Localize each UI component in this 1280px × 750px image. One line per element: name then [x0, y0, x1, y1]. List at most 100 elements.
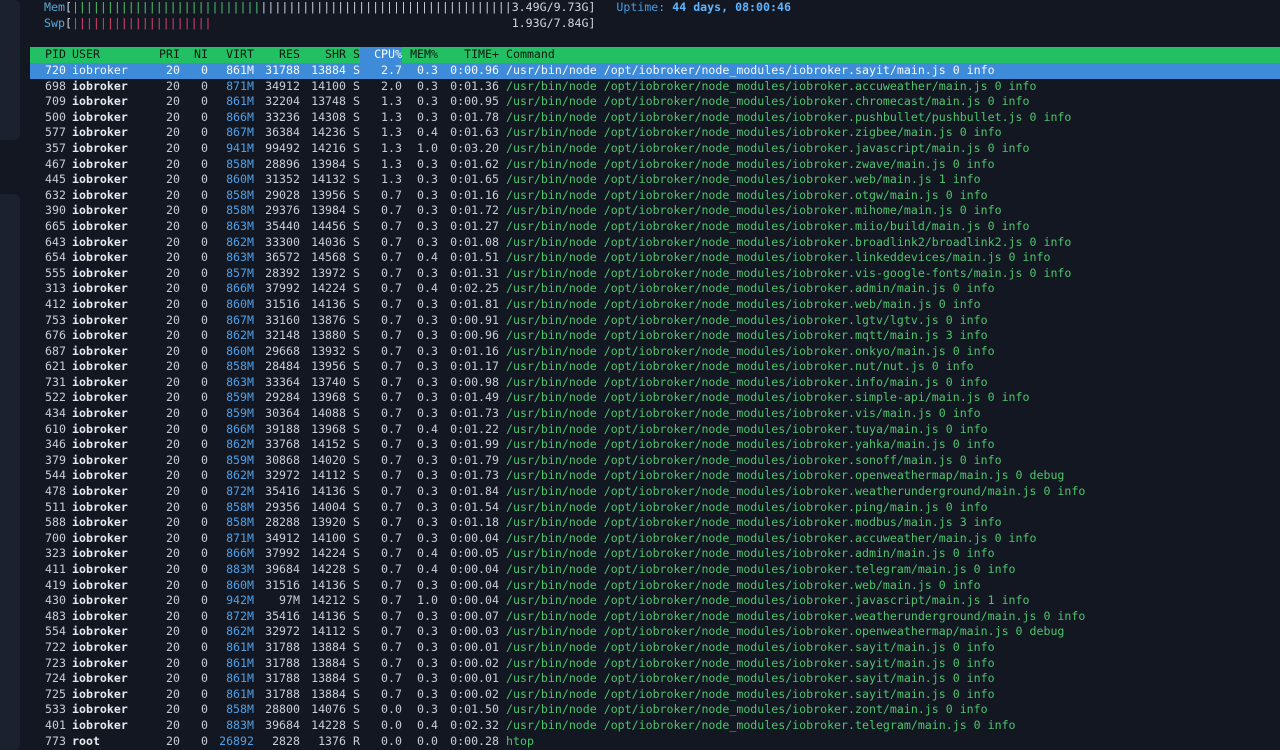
process-state-cell: S	[353, 203, 360, 218]
process-row[interactable]: 533 iobroker 20 0 858M 28800 14076 S 0.0 0.3 0:01.…	[30, 702, 1280, 718]
process-row[interactable]: 430 iobroker 20 0 942M 97M 14212 S 0.7 1.0 0:00.04…	[30, 593, 1280, 609]
process-time-cell: 0:00.04	[450, 577, 499, 592]
process-mem-cell: 0.3	[417, 172, 438, 187]
process-cmd-cell: /usr/bin/node /opt/iobroker/node_modules…	[506, 406, 981, 421]
process-row[interactable]: 725 iobroker 20 0 861M 31788 13884 S 0.7 0.3 0:00.…	[30, 687, 1280, 703]
process-row[interactable]: 643 iobroker 20 0 862M 33300 14036 S 0.7 0.3 0:01.…	[30, 235, 1280, 251]
process-time-cell: 0:01.50	[450, 702, 499, 717]
process-pri-cell: 20	[166, 499, 180, 514]
column-header-shr[interactable]: SHR	[300, 47, 346, 63]
process-row[interactable]: 676 iobroker 20 0 862M 32148 13880 S 0.7 0.3 0:00.…	[30, 328, 1280, 344]
process-time-cell: 0:00.96	[450, 328, 499, 343]
process-virt-cell: 941M	[226, 140, 254, 155]
process-row[interactable]: 632 iobroker 20 0 858M 29028 13956 S 0.7 0.3 0:01.…	[30, 188, 1280, 204]
process-row[interactable]: 511 iobroker 20 0 858M 29356 14004 S 0.7 0.3 0:01.…	[30, 500, 1280, 516]
process-row[interactable]: 610 iobroker 20 0 866M 39188 13968 S 0.7 0.4 0:01.…	[30, 422, 1280, 438]
process-row[interactable]: 687 iobroker 20 0 860M 29668 13932 S 0.7 0.3 0:01.…	[30, 344, 1280, 360]
process-cpu-cell: 0.7	[381, 421, 402, 436]
column-header-virt[interactable]: VIRT	[208, 47, 254, 63]
process-row[interactable]: 588 iobroker 20 0 858M 28288 13920 S 0.7 0.3 0:01.…	[30, 515, 1280, 531]
process-row[interactable]: 500 iobroker 20 0 866M 33236 14308 S 1.3 0.3 0:01.…	[30, 110, 1280, 126]
process-res-cell: 29356	[265, 499, 300, 514]
process-row[interactable]: 467 iobroker 20 0 858M 28896 13984 S 1.3 0.3 0:01.…	[30, 157, 1280, 173]
process-row[interactable]: 379 iobroker 20 0 859M 30868 14020 S 0.7 0.3 0:01.…	[30, 453, 1280, 469]
column-header-cpu[interactable]: CPU%	[360, 47, 402, 63]
process-pri-cell: 20	[166, 78, 180, 93]
process-row[interactable]: 654 iobroker 20 0 863M 36572 14568 S 0.7 0.4 0:01.…	[30, 250, 1280, 266]
process-cpu-cell: 0.7	[381, 655, 402, 670]
process-user-cell: iobroker	[72, 250, 128, 265]
process-row[interactable]: 434 iobroker 20 0 859M 30364 14088 S 0.7 0.3 0:01.…	[30, 406, 1280, 422]
process-state-cell: S	[353, 499, 360, 514]
process-row[interactable]: 478 iobroker 20 0 872M 35416 14136 S 0.7 0.3 0:01.…	[30, 484, 1280, 500]
process-row[interactable]: 419 iobroker 20 0 860M 31516 14136 S 0.7 0.3 0:00.…	[30, 578, 1280, 594]
process-pri-cell: 20	[166, 250, 180, 265]
process-shr-cell: 14076	[311, 702, 346, 717]
process-pri-cell: 20	[166, 187, 180, 202]
process-cmd-cell: /usr/bin/node /opt/iobroker/node_modules…	[506, 109, 1072, 124]
process-row[interactable]: 412 iobroker 20 0 860M 31516 14136 S 0.7 0.3 0:01.…	[30, 297, 1280, 313]
column-header-res[interactable]: RES	[254, 47, 300, 63]
process-mem-cell: 0.3	[417, 702, 438, 717]
process-user-cell: iobroker	[72, 421, 128, 436]
process-pid-cell: 390	[45, 203, 66, 218]
process-row[interactable]: 411 iobroker 20 0 883M 39684 14228 S 0.7 0.4 0:00.…	[30, 562, 1280, 578]
process-row[interactable]: 346 iobroker 20 0 862M 33768 14152 S 0.7 0.3 0:01.…	[30, 437, 1280, 453]
process-row[interactable]: 709 iobroker 20 0 861M 32204 13748 S 1.3 0.3 0:00.…	[30, 94, 1280, 110]
process-row[interactable]: 621 iobroker 20 0 858M 28484 13956 S 0.7 0.3 0:01.…	[30, 359, 1280, 375]
column-header-ni[interactable]: NI	[180, 47, 208, 63]
process-row[interactable]: 323 iobroker 20 0 866M 37992 14224 S 0.7 0.4 0:00.…	[30, 546, 1280, 562]
process-mem-cell: 0.3	[417, 312, 438, 327]
column-header-state[interactable]: S	[346, 47, 360, 63]
process-row[interactable]: 357 iobroker 20 0 941M 99492 14216 S 1.3 1.0 0:03.…	[30, 141, 1280, 157]
process-user-cell: root	[72, 733, 100, 748]
process-row[interactable]: 522 iobroker 20 0 859M 29284 13968 S 0.7 0.3 0:01.…	[30, 390, 1280, 406]
process-pri-cell: 20	[166, 390, 180, 405]
process-row[interactable]: 723 iobroker 20 0 861M 31788 13884 S 0.7 0.3 0:00.…	[30, 656, 1280, 672]
process-pid-cell: 445	[45, 172, 66, 187]
process-row[interactable]: 401 iobroker 20 0 883M 39684 14228 S 0.0 0.4 0:02.…	[30, 718, 1280, 734]
process-ni-cell: 0	[201, 390, 208, 405]
column-header-pri[interactable]: PRI	[144, 47, 180, 63]
column-header-command[interactable]: Command	[499, 47, 555, 63]
process-row[interactable]: 698 iobroker 20 0 871M 34912 14100 S 2.0 0.3 0:01.…	[30, 79, 1280, 95]
process-row[interactable]: 483 iobroker 20 0 872M 35416 14136 S 0.7 0.3 0:00.…	[30, 609, 1280, 625]
process-row[interactable]: 720 iobroker 20 0 861M 31788 13884 S 2.7 0.3 0:00.…	[30, 63, 1280, 79]
column-header-pid[interactable]: PID	[30, 47, 66, 63]
process-row[interactable]: 724 iobroker 20 0 861M 31788 13884 S 0.7 0.3 0:00.…	[30, 671, 1280, 687]
column-header-time[interactable]: TIME+	[438, 47, 499, 63]
process-virt-cell: 858M	[226, 203, 254, 218]
process-row[interactable]: 665 iobroker 20 0 863M 35440 14456 S 0.7 0.3 0:01.…	[30, 219, 1280, 235]
process-row[interactable]: 445 iobroker 20 0 860M 31352 14132 S 1.3 0.3 0:01.…	[30, 172, 1280, 188]
process-user-cell: iobroker	[72, 452, 128, 467]
process-list: 720 iobroker 20 0 861M 31788 13884 S 2.7 0.3 0:00.…	[30, 63, 1280, 749]
process-shr-cell: 14216	[311, 140, 346, 155]
process-pid-cell: 773	[45, 733, 66, 748]
process-pri-cell: 20	[166, 421, 180, 436]
process-res-cell: 37992	[265, 546, 300, 561]
process-user-cell: iobroker	[72, 515, 128, 530]
column-header-mem[interactable]: MEM%	[402, 47, 438, 63]
process-row[interactable]: 731 iobroker 20 0 863M 33364 13740 S 0.7 0.3 0:00.…	[30, 375, 1280, 391]
process-state-cell: S	[353, 281, 360, 296]
process-row[interactable]: 577 iobroker 20 0 867M 36384 14236 S 1.3 0.4 0:01.…	[30, 125, 1280, 141]
process-row[interactable]: 773 root 20 0 26892 2828 1376 R 0.0 0.0 0:00.28 hto…	[30, 734, 1280, 750]
column-header-user[interactable]: USER	[66, 47, 144, 63]
process-row[interactable]: 313 iobroker 20 0 866M 37992 14224 S 0.7 0.4 0:02.…	[30, 281, 1280, 297]
process-row[interactable]: 722 iobroker 20 0 861M 31788 13884 S 0.7 0.3 0:00.…	[30, 640, 1280, 656]
process-shr-cell: 14136	[311, 484, 346, 499]
process-row[interactable]: 544 iobroker 20 0 862M 32972 14112 S 0.7 0.3 0:01.…	[30, 468, 1280, 484]
process-shr-cell: 14152	[311, 437, 346, 452]
process-row[interactable]: 554 iobroker 20 0 862M 32972 14112 S 0.7 0.3 0:00.…	[30, 624, 1280, 640]
process-mem-cell: 0.3	[417, 468, 438, 483]
process-row[interactable]: 753 iobroker 20 0 867M 33160 13876 S 0.7 0.3 0:00.…	[30, 313, 1280, 329]
process-virt-cell: 862M	[226, 624, 254, 639]
process-ni-cell: 0	[201, 686, 208, 701]
process-cpu-cell: 0.7	[381, 218, 402, 233]
process-row[interactable]: 700 iobroker 20 0 871M 34912 14100 S 0.7 0.3 0:00.…	[30, 531, 1280, 547]
process-ni-cell: 0	[201, 140, 208, 155]
process-row[interactable]: 555 iobroker 20 0 857M 28392 13972 S 0.7 0.3 0:01.…	[30, 266, 1280, 282]
process-row[interactable]: 390 iobroker 20 0 858M 29376 13984 S 0.7 0.3 0:01.…	[30, 203, 1280, 219]
process-user-cell: iobroker	[72, 577, 128, 592]
process-ni-cell: 0	[201, 421, 208, 436]
